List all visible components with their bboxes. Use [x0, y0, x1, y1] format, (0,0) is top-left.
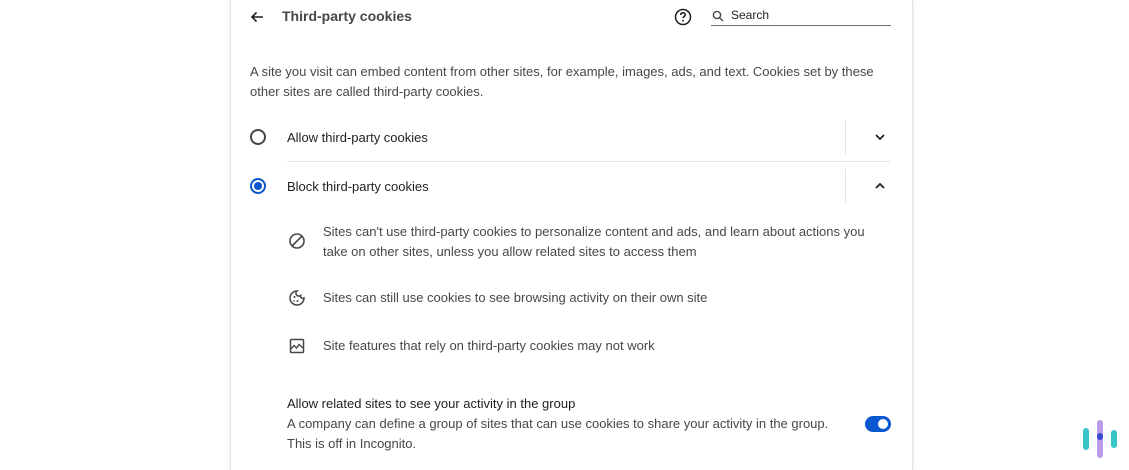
help-icon [674, 8, 692, 26]
allow-option-label: Allow third-party cookies [287, 130, 428, 145]
brand-logo [1083, 418, 1119, 460]
block-radio[interactable] [250, 178, 266, 194]
back-button[interactable] [245, 6, 269, 28]
expand-button[interactable] [868, 125, 892, 149]
block-option-label: Block third-party cookies [287, 179, 429, 194]
search-box[interactable]: Search [711, 6, 891, 26]
detail-text: Sites can still use cookies to see brows… [323, 290, 708, 305]
related-sites-setting: Allow related sites to see your activity… [287, 394, 892, 458]
page-title: Third-party cookies [282, 8, 412, 24]
detail-text: Sites can't use third-party cookies to p… [323, 224, 865, 259]
settings-panel: Third-party cookies Search A site you vi… [230, 0, 913, 470]
logo-bar-teal-2 [1111, 430, 1117, 448]
related-sites-title: Allow related sites to see your activity… [287, 396, 576, 411]
logo-bar-teal [1083, 428, 1089, 450]
search-input[interactable]: Search [731, 8, 769, 22]
block-icon [289, 233, 305, 249]
allow-radio[interactable] [250, 129, 266, 145]
logo-bar-dot [1097, 433, 1103, 440]
chevron-down-icon [875, 134, 885, 141]
block-option-row[interactable]: Block third-party cookies [250, 169, 890, 203]
collapse-button[interactable] [868, 174, 892, 198]
divider [845, 169, 846, 203]
divider [845, 120, 846, 154]
arrow-back-icon [250, 11, 263, 23]
allow-option-row[interactable]: Allow third-party cookies [250, 120, 890, 154]
chevron-up-icon [875, 182, 885, 189]
broken-image-icon [289, 338, 305, 354]
related-sites-toggle[interactable] [865, 416, 891, 432]
cookie-icon [289, 290, 305, 306]
search-icon [712, 10, 724, 22]
detail-text: Site features that rely on third-party c… [323, 338, 655, 353]
page-description: A site you visit can embed content from … [250, 64, 874, 99]
help-button[interactable] [671, 6, 695, 28]
row-separator [287, 161, 890, 162]
related-sites-description: A company can define a group of sites th… [287, 416, 829, 451]
